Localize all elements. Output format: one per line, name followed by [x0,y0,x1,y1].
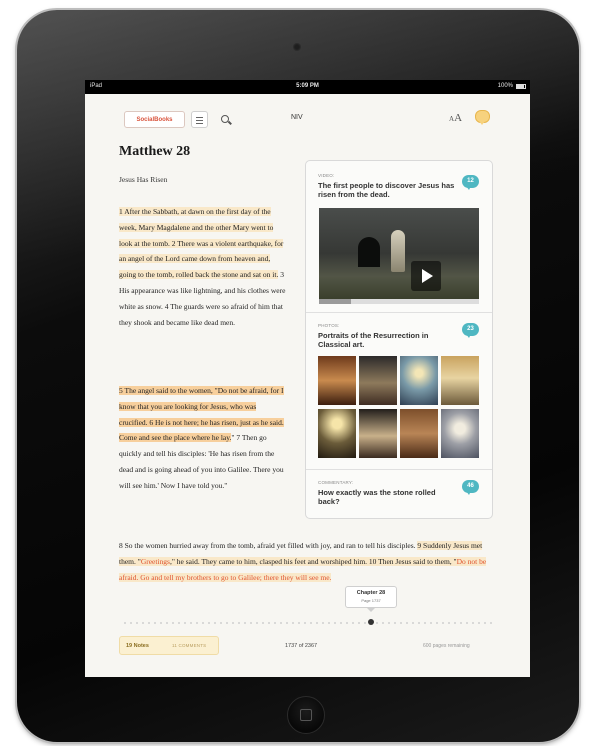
list-icon-line [196,123,203,124]
video-progress-bar[interactable] [319,299,479,304]
video-progress-fill [319,299,351,304]
pages-remaining: 600 pages remaining [423,643,470,649]
highlighted-verses[interactable]: 1 After the Sabbath, at dawn on the firs… [119,207,284,280]
font-size-icon[interactable]: AA [449,112,462,124]
status-time: 5:09 PM [296,83,319,89]
tooltip-chapter: Chapter 28 [356,590,386,596]
status-bar: iPad 5:09 PM 100% [85,80,530,94]
video-card[interactable]: VIDEO: The first people to discover Jesu… [306,161,492,313]
video-title[interactable]: The first people to discover Jesus has r… [318,181,458,199]
play-icon[interactable] [411,261,441,291]
passage-verses-5-7[interactable]: 5 The angel said to the women, "Do not b… [119,383,286,494]
painting-thumbnail[interactable] [359,356,397,405]
battery-icon [516,84,526,89]
search-icon[interactable] [221,115,229,123]
angel-figure-graphic [391,230,405,272]
painting-thumbnail[interactable] [441,356,479,405]
photo-grid [318,356,480,460]
notes-count: 19 Notes [126,643,149,649]
photos-card[interactable]: PHOTOS: Portraits of the Resurrection in… [306,313,492,470]
bottom-bar: 19 Notes 11 COMMENTS 1737 of 2367 600 pa… [85,635,530,665]
notes-button[interactable]: 19 Notes 11 COMMENTS [119,636,219,655]
camera-lens [293,43,301,51]
painting-thumbnail[interactable] [400,356,438,405]
verse-text: 8 So the women hurried away from the tom… [119,541,418,550]
list-icon-line [196,117,203,118]
chat-bubble-icon[interactable] [475,110,490,125]
tomb-graphic [358,237,380,267]
comment-count-badge[interactable]: 23 [462,323,479,338]
painting-thumbnail[interactable] [318,409,356,458]
card-kind-label: PHOTOS: [318,323,340,328]
card-kind-label: COMMENTARY: [318,480,354,485]
list-icon-line [196,120,203,121]
home-button[interactable] [287,696,325,734]
painting-thumbnail[interactable] [318,356,356,405]
bible-version-label[interactable]: NIV [291,114,303,121]
battery-percent: 100% [497,83,513,89]
commentary-card[interactable]: COMMENTARY: How exactly was the stone ro… [306,470,492,517]
red-letter-text: Greetings [140,556,170,566]
comment-count-badge[interactable]: 12 [462,175,479,190]
page-scrubber-track[interactable] [122,622,492,624]
verse-text: ," he said. They came to him, clasped hi… [169,556,457,566]
table-of-contents-button[interactable] [191,111,208,128]
card-kind-label: VIDEO: [318,173,335,178]
commentary-title[interactable]: How exactly was the stone rolled back? [318,488,458,506]
logo-label: SocialBooks [136,117,173,123]
painting-thumbnail[interactable] [359,409,397,458]
page-scrubber-handle[interactable] [368,619,374,625]
video-thumbnail[interactable] [319,208,479,299]
passage-verses-1-4[interactable]: 1 After the Sabbath, at dawn on the firs… [119,204,286,330]
section-heading: Jesus Has Risen [119,175,168,184]
socialbooks-logo-button[interactable]: SocialBooks [124,111,185,128]
chapter-tooltip: Chapter 28 Page 1737 [345,586,397,612]
page-count: 1737 of 2367 [285,643,318,649]
tooltip-page: Page 1737 [361,598,381,603]
reader-toolbar: SocialBooks NIV AA [85,94,530,134]
photos-title[interactable]: Portraits of the Resurrection in Classic… [318,331,458,349]
reader-screen: iPad 5:09 PM 100% SocialBooks NIV AA Mat… [85,80,530,677]
painting-thumbnail[interactable] [441,409,479,458]
media-sidebar: VIDEO: The first people to discover Jesu… [305,160,493,519]
comments-count: 11 COMMENTS [172,643,207,648]
chapter-title: Matthew 28 [119,144,191,159]
passage-verses-8-10[interactable]: 8 So the women hurried away from the tom… [119,538,494,585]
comment-count-badge[interactable]: 46 [462,480,479,495]
painting-thumbnail[interactable] [400,409,438,458]
